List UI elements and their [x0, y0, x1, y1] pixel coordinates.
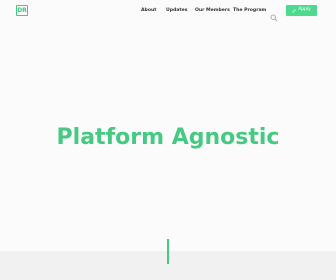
nav-link-the-program[interactable]: The Program [233, 8, 266, 14]
logo[interactable]: DR [16, 5, 28, 16]
page: DR About Updates Our Members The Program… [0, 0, 336, 280]
top-navbar: DR About Updates Our Members The Program… [0, 0, 336, 24]
nav-link-updates[interactable]: Updates [166, 8, 187, 14]
nav-link-about[interactable]: About [141, 8, 156, 14]
apply-button-label: Apply [298, 7, 311, 13]
scroll-indicator-line[interactable] [167, 239, 169, 264]
pencil-icon [292, 8, 297, 13]
apply-button[interactable]: Apply [286, 5, 317, 16]
nav-link-our-members[interactable]: Our Members [195, 8, 230, 14]
hero-title: Platform Agnostic [56, 124, 280, 150]
logo-text: DR [17, 6, 27, 14]
search-icon[interactable] [270, 7, 278, 22]
